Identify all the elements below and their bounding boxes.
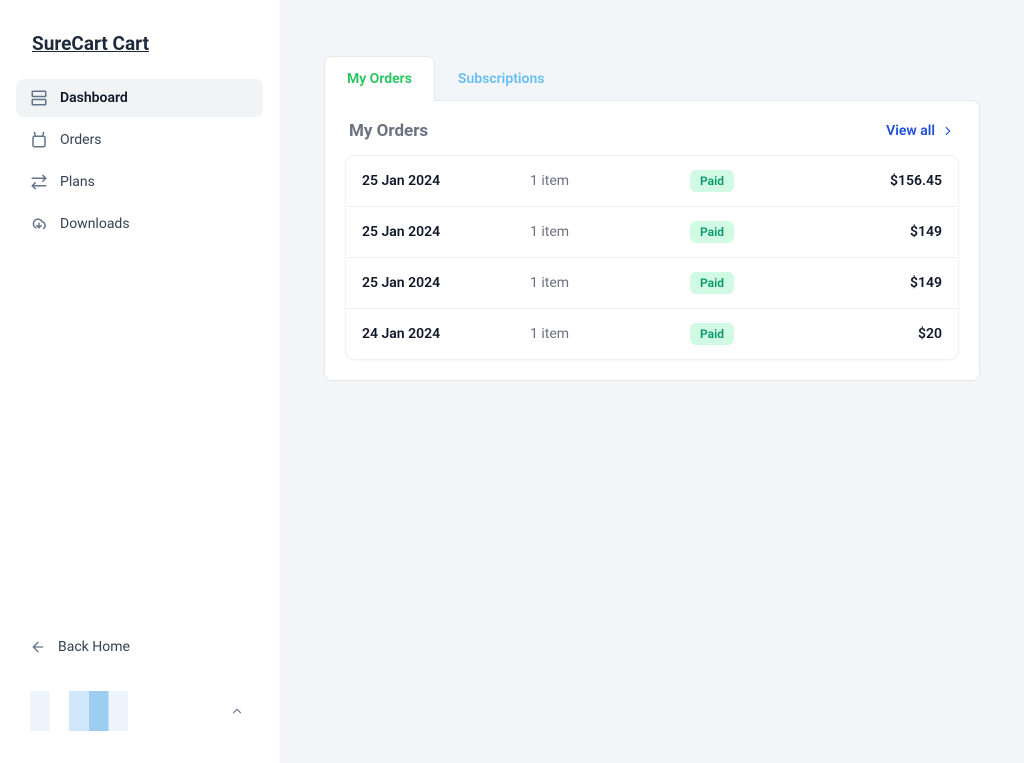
view-all-label: View all bbox=[886, 123, 935, 139]
user-menu[interactable] bbox=[16, 683, 263, 739]
orders-panel: My Orders View all 25 Jan 2024 1 item Pa… bbox=[324, 100, 980, 381]
table-row[interactable]: 25 Jan 2024 1 item Paid $149 bbox=[346, 257, 958, 308]
sidebar-item-label: Downloads bbox=[60, 216, 130, 232]
order-amount: $20 bbox=[842, 326, 942, 342]
order-amount: $149 bbox=[842, 275, 942, 291]
sidebar-item-downloads[interactable]: Downloads bbox=[16, 205, 263, 243]
order-qty: 1 item bbox=[530, 224, 690, 240]
tab-subscriptions[interactable]: Subscriptions bbox=[435, 56, 568, 101]
back-home-label: Back Home bbox=[58, 639, 130, 655]
status-badge: Paid bbox=[690, 323, 734, 345]
status-badge: Paid bbox=[690, 221, 734, 243]
table-row[interactable]: 24 Jan 2024 1 item Paid $20 bbox=[346, 308, 958, 359]
sidebar-item-label: Plans bbox=[60, 174, 95, 190]
orders-table: 25 Jan 2024 1 item Paid $156.45 25 Jan 2… bbox=[345, 155, 959, 360]
sidebar-item-dashboard[interactable]: Dashboard bbox=[16, 79, 263, 117]
sidebar: SureCart Cart Dashboard Orders bbox=[0, 0, 280, 763]
sidebar-footer: Back Home bbox=[0, 629, 279, 739]
status-badge: Paid bbox=[690, 170, 734, 192]
order-status: Paid bbox=[690, 221, 842, 243]
tab-label: Subscriptions bbox=[458, 71, 545, 87]
orders-icon bbox=[30, 131, 48, 149]
page-title: My Orders bbox=[349, 121, 428, 141]
back-home-link[interactable]: Back Home bbox=[16, 629, 263, 665]
chevron-right-icon bbox=[941, 124, 955, 138]
plans-icon bbox=[30, 173, 48, 191]
table-row[interactable]: 25 Jan 2024 1 item Paid $156.45 bbox=[346, 156, 958, 206]
sidebar-item-orders[interactable]: Orders bbox=[16, 121, 263, 159]
order-date: 24 Jan 2024 bbox=[362, 326, 530, 342]
tab-label: My Orders bbox=[347, 71, 412, 87]
sidebar-nav: Dashboard Orders Plans bbox=[0, 79, 279, 247]
brand-title[interactable]: SureCart Cart bbox=[0, 32, 279, 79]
dashboard-icon bbox=[30, 89, 48, 107]
order-date: 25 Jan 2024 bbox=[362, 275, 530, 291]
arrow-left-icon bbox=[30, 639, 46, 655]
tab-bar: My Orders Subscriptions bbox=[324, 56, 980, 101]
order-status: Paid bbox=[690, 170, 842, 192]
order-qty: 1 item bbox=[530, 275, 690, 291]
orders-header: My Orders View all bbox=[345, 121, 959, 155]
chevron-up-icon bbox=[230, 704, 244, 718]
sidebar-item-label: Dashboard bbox=[60, 90, 128, 106]
sidebar-item-plans[interactable]: Plans bbox=[16, 163, 263, 201]
order-status: Paid bbox=[690, 323, 842, 345]
order-date: 25 Jan 2024 bbox=[362, 224, 530, 240]
order-amount: $156.45 bbox=[842, 173, 942, 189]
avatar bbox=[30, 691, 170, 731]
user-menu-toggle[interactable] bbox=[225, 699, 249, 723]
main-content: My Orders Subscriptions My Orders View a… bbox=[280, 0, 1024, 763]
order-status: Paid bbox=[690, 272, 842, 294]
order-qty: 1 item bbox=[530, 173, 690, 189]
downloads-icon bbox=[30, 215, 48, 233]
sidebar-item-label: Orders bbox=[60, 132, 102, 148]
table-row[interactable]: 25 Jan 2024 1 item Paid $149 bbox=[346, 206, 958, 257]
order-qty: 1 item bbox=[530, 326, 690, 342]
tab-my-orders[interactable]: My Orders bbox=[324, 56, 435, 101]
status-badge: Paid bbox=[690, 272, 734, 294]
order-date: 25 Jan 2024 bbox=[362, 173, 530, 189]
order-amount: $149 bbox=[842, 224, 942, 240]
view-all-link[interactable]: View all bbox=[886, 123, 955, 139]
